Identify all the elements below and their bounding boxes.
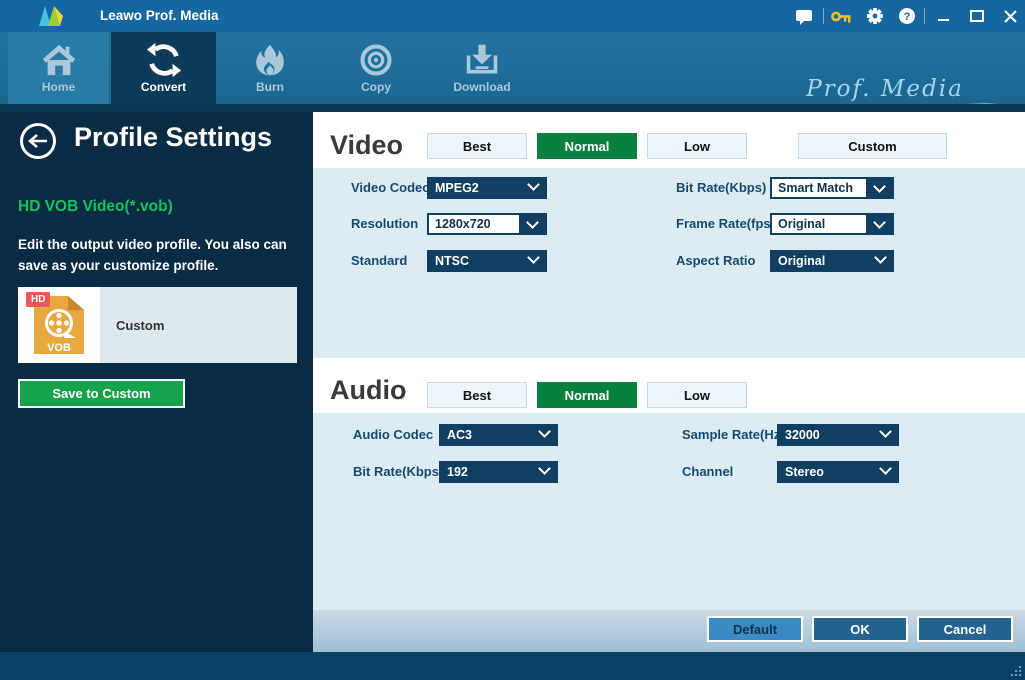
audio-codec-select[interactable]: AC3 xyxy=(439,424,558,446)
video-quality-custom-button[interactable]: Custom xyxy=(798,133,947,159)
cancel-button[interactable]: Cancel xyxy=(917,616,1013,642)
standard-label: Standard xyxy=(351,250,407,272)
audio-codec-label: Audio Codec xyxy=(353,424,433,446)
tab-convert[interactable]: Convert xyxy=(111,32,216,104)
resize-grip[interactable] xyxy=(1010,665,1022,677)
video-quality-low-button[interactable]: Low xyxy=(647,133,747,159)
minimize-icon[interactable] xyxy=(932,0,954,32)
video-bitrate-label: Bit Rate(Kbps) xyxy=(676,177,766,199)
window-title: Leawo Prof. Media xyxy=(100,0,219,32)
profile-settings-sidebar: Profile Settings HD VOB Video(*.vob) Edi… xyxy=(0,112,313,652)
sample-rate-select[interactable]: 32000 xyxy=(777,424,899,446)
tab-label: Home xyxy=(42,80,75,94)
page-title: Profile Settings xyxy=(74,122,272,153)
video-quality-normal-button[interactable]: Normal xyxy=(537,133,637,159)
close-icon[interactable] xyxy=(999,0,1021,32)
chevron-down-icon xyxy=(873,180,886,193)
profile-description: Edit the output video profile. You also … xyxy=(18,234,302,276)
standard-select[interactable]: NTSC xyxy=(427,250,547,272)
tab-burn[interactable]: Burn xyxy=(218,32,322,104)
audio-bitrate-select[interactable]: 192 xyxy=(439,461,558,483)
key-icon[interactable] xyxy=(830,0,852,32)
custom-profile-item[interactable]: HD VOB Custom xyxy=(18,287,297,363)
resolution-label: Resolution xyxy=(351,213,418,235)
custom-profile-label: Custom xyxy=(100,287,297,363)
tab-label: Download xyxy=(453,80,510,94)
audio-bitrate-label: Bit Rate(Kbps) xyxy=(353,461,443,483)
vob-file-icon-box: HD VOB xyxy=(18,287,100,363)
audio-quality-normal-button[interactable]: Normal xyxy=(537,382,637,408)
save-to-custom-button[interactable]: Save to Custom xyxy=(18,379,185,408)
burn-icon xyxy=(253,41,287,79)
main-navbar: Home Convert Burn xyxy=(0,32,1025,104)
default-button[interactable]: Default xyxy=(707,616,803,642)
nav-shadow-strip xyxy=(0,104,1025,112)
tab-label: Burn xyxy=(256,80,284,94)
audio-settings-panel: Audio Codec AC3 Bit Rate(Kbps) 192 Sampl… xyxy=(313,413,1025,610)
tab-copy[interactable]: Copy xyxy=(324,32,428,104)
tab-label: Copy xyxy=(361,80,391,94)
video-codec-label: Video Codec xyxy=(351,177,430,199)
copy-icon xyxy=(358,41,394,79)
download-icon xyxy=(464,41,500,79)
status-footer xyxy=(0,652,1025,680)
chevron-down-icon xyxy=(527,251,540,264)
audio-header-band: Audio Best Normal Low xyxy=(313,358,1025,413)
aspect-ratio-select[interactable]: Original xyxy=(770,250,894,272)
video-section-heading: Video xyxy=(330,130,403,161)
aspect-ratio-label: Aspect Ratio xyxy=(676,250,755,272)
home-icon xyxy=(40,41,78,79)
brand-text: Prof. Media xyxy=(770,76,1000,102)
channel-select[interactable]: Stereo xyxy=(777,461,899,483)
profile-name: HD VOB Video(*.vob) xyxy=(18,198,173,216)
chevron-down-icon xyxy=(538,462,551,475)
back-button[interactable] xyxy=(20,123,56,159)
tab-download[interactable]: Download xyxy=(430,32,534,104)
titlebar-separator xyxy=(823,8,824,24)
framerate-select[interactable]: Original xyxy=(770,213,894,235)
tab-label: Convert xyxy=(141,80,186,94)
video-codec-select[interactable]: MPEG2 xyxy=(427,177,547,199)
sample-rate-label: Sample Rate(Hz) xyxy=(682,424,785,446)
tab-home[interactable]: Home xyxy=(8,32,109,104)
message-icon[interactable] xyxy=(793,0,815,32)
video-settings-panel: Video Codec MPEG2 Resolution 1280x720 St… xyxy=(313,168,1025,358)
chevron-down-icon xyxy=(873,216,886,229)
dialog-button-band: Default OK Cancel xyxy=(313,610,1025,652)
ok-button[interactable]: OK xyxy=(812,616,908,642)
chevron-down-icon xyxy=(879,425,892,438)
convert-icon xyxy=(145,41,183,79)
titlebar-separator xyxy=(924,8,925,24)
chevron-down-icon xyxy=(879,462,892,475)
hd-badge: HD xyxy=(26,292,50,307)
chevron-down-icon xyxy=(538,425,551,438)
titlebar: Leawo Prof. Media ? xyxy=(0,0,1025,32)
maximize-icon[interactable] xyxy=(966,0,988,32)
audio-section-heading: Audio xyxy=(330,375,406,406)
help-icon[interactable]: ? xyxy=(896,0,918,32)
leawo-logo-icon xyxy=(38,6,68,31)
svg-text:VOB: VOB xyxy=(47,342,71,354)
video-header-band: Video Best Normal Low Custom xyxy=(313,112,1025,168)
back-arrow-icon xyxy=(28,134,48,148)
settings-icon[interactable] xyxy=(864,0,886,32)
video-bitrate-select[interactable]: Smart Match xyxy=(770,177,894,199)
resolution-select[interactable]: 1280x720 xyxy=(427,213,547,235)
audio-quality-best-button[interactable]: Best xyxy=(427,382,527,408)
audio-quality-low-button[interactable]: Low xyxy=(647,382,747,408)
channel-label: Channel xyxy=(682,461,733,483)
chevron-down-icon xyxy=(874,251,887,264)
framerate-label: Frame Rate(fps) xyxy=(676,213,775,235)
chevron-down-icon xyxy=(526,216,539,229)
svg-text:?: ? xyxy=(904,11,911,23)
chevron-down-icon xyxy=(527,178,540,191)
video-quality-best-button[interactable]: Best xyxy=(427,133,527,159)
